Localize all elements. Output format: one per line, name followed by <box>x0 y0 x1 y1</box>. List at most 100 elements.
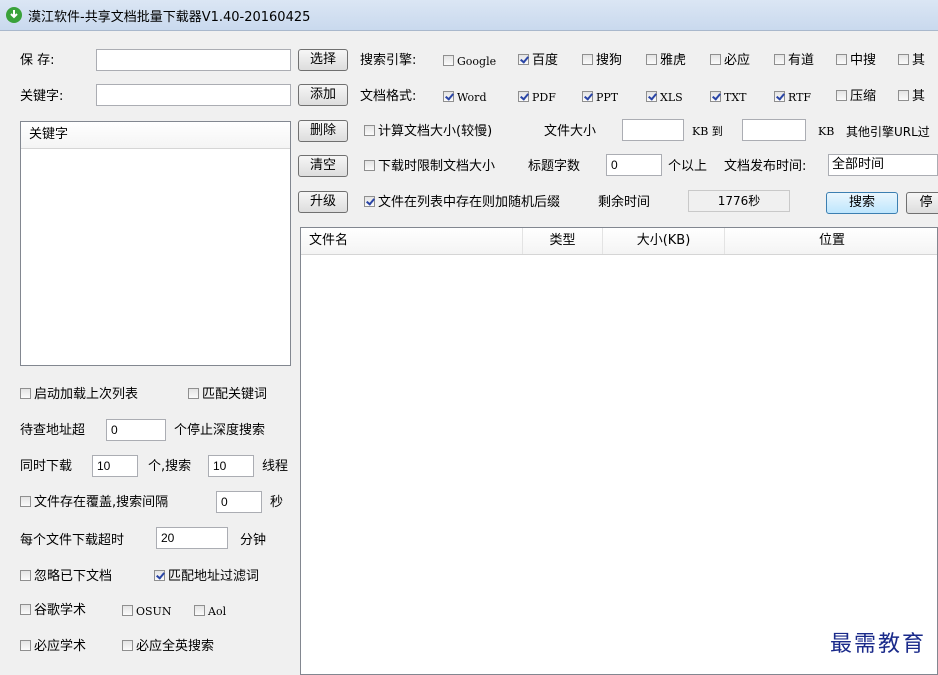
format-rtf-checkbox[interactable]: RTF <box>774 90 811 106</box>
format-txt-checkbox[interactable]: TXT <box>710 90 747 106</box>
engine-sogou-checkbox[interactable]: 搜狗 <box>582 53 622 69</box>
keyword-label: 关键字: <box>20 89 64 104</box>
checkbox-box[interactable] <box>646 54 657 65</box>
checkbox-box[interactable] <box>443 91 454 102</box>
doc-format-label: 文档格式: <box>360 89 417 104</box>
checkbox-box[interactable] <box>443 55 454 66</box>
column-size[interactable]: 大小(KB) <box>603 228 725 254</box>
size-min-input[interactable] <box>622 119 684 141</box>
select-button[interactable]: 选择 <box>298 49 348 71</box>
checkbox-box[interactable] <box>518 54 529 65</box>
column-type[interactable]: 类型 <box>523 228 603 254</box>
engine-baidu-checkbox[interactable]: 百度 <box>518 53 558 69</box>
checkbox-box[interactable] <box>836 90 847 101</box>
checkbox-box[interactable] <box>154 570 165 581</box>
keyword-list-header[interactable]: 关键字 <box>21 122 290 149</box>
publish-time-select[interactable]: 全部时间 <box>828 154 938 176</box>
keyword-input[interactable] <box>96 84 291 106</box>
pending-urls-label: 待查地址超 <box>20 423 86 438</box>
clear-button[interactable]: 清空 <box>298 155 348 177</box>
checkbox-box[interactable] <box>710 54 721 65</box>
remaining-time-value: 1776秒 <box>688 190 790 212</box>
ignore-downloaded-checkbox[interactable]: 忽略已下文档 <box>20 569 112 585</box>
title-chars-input[interactable] <box>606 154 662 176</box>
watermark-text: 最需教育 <box>829 632 926 657</box>
engine-bing-checkbox[interactable]: 必应 <box>710 53 750 69</box>
checkbox-box[interactable] <box>20 496 31 507</box>
checkbox-box[interactable] <box>518 91 529 102</box>
stop-button[interactable]: 停 <box>906 192 938 214</box>
download-timeout-label: 每个文件下载超时 <box>20 533 125 548</box>
load-last-list-checkbox[interactable]: 启动加载上次列表 <box>20 387 138 403</box>
checkbox-box[interactable] <box>20 388 31 399</box>
checkbox-box[interactable] <box>364 125 375 136</box>
search-threads-label: 个,搜索 <box>148 459 192 474</box>
osun-checkbox[interactable]: OSUN <box>122 604 171 620</box>
search-button[interactable]: 搜索 <box>826 192 898 214</box>
app-download-icon <box>6 7 22 23</box>
engine-google-checkbox[interactable]: Google <box>443 54 496 70</box>
checkbox-box[interactable] <box>122 605 133 616</box>
results-list[interactable]: 文件名 类型 大小(KB) 位置 <box>300 227 938 675</box>
other-engine-url-label: 其他引擎URL过 <box>846 125 930 139</box>
format-word-checkbox[interactable]: Word <box>443 90 486 106</box>
aol-checkbox[interactable]: Aol <box>194 604 226 620</box>
checkbox-box[interactable] <box>836 54 847 65</box>
limit-size-checkbox[interactable]: 下载时限制文档大小 <box>364 159 495 175</box>
engine-zhongsou-checkbox[interactable]: 中搜 <box>836 53 876 69</box>
checkbox-box[interactable] <box>582 91 593 102</box>
column-filename[interactable]: 文件名 <box>301 228 523 254</box>
engine-yahoo-checkbox[interactable]: 雅虎 <box>646 53 686 69</box>
checkbox-box[interactable] <box>898 54 909 65</box>
delete-button[interactable]: 删除 <box>298 120 348 142</box>
format-xls-checkbox[interactable]: XLS <box>646 90 683 106</box>
size-max-input[interactable] <box>742 119 806 141</box>
checkbox-box[interactable] <box>646 91 657 102</box>
engine-other-checkbox[interactable]: 其 <box>898 53 925 69</box>
checkbox-box[interactable] <box>122 640 133 651</box>
pending-urls-input[interactable] <box>106 419 166 441</box>
format-pdf-checkbox[interactable]: PDF <box>518 90 556 106</box>
match-keyword-checkbox[interactable]: 匹配关键词 <box>188 387 267 403</box>
checkbox-box[interactable] <box>582 54 593 65</box>
remaining-time-label: 剩余时间 <box>598 195 651 210</box>
keyword-list[interactable]: 关键字 <box>20 121 291 366</box>
calc-size-checkbox[interactable]: 计算文档大小(较慢) <box>364 124 492 140</box>
format-other-checkbox[interactable]: 其 <box>898 89 925 105</box>
checkbox-box[interactable] <box>710 91 721 102</box>
checkbox-box[interactable] <box>20 570 31 581</box>
checkbox-box[interactable] <box>20 604 31 615</box>
concurrent-download-input[interactable] <box>92 455 138 477</box>
upgrade-button[interactable]: 升级 <box>298 191 348 213</box>
format-archive-checkbox[interactable]: 压缩 <box>836 89 876 105</box>
concurrent-download-label: 同时下载 <box>20 459 73 474</box>
save-path-input[interactable] <box>96 49 291 71</box>
checkbox-box[interactable] <box>898 90 909 101</box>
random-suffix-checkbox[interactable]: 文件在列表中存在则加随机后缀 <box>364 195 560 211</box>
download-timeout-input[interactable] <box>156 527 228 549</box>
threads-unit: 线程 <box>262 459 289 474</box>
pending-urls-suffix: 个停止深度搜索 <box>174 423 266 438</box>
checkbox-box[interactable] <box>774 54 785 65</box>
engine-youdao-checkbox[interactable]: 有道 <box>774 53 814 69</box>
bing-all-english-checkbox[interactable]: 必应全英搜索 <box>122 639 214 655</box>
main-client-area: 保 存: 关键字: 关键字 启动加载上次列表 匹配关键词 待查地址超 个停止深度… <box>8 31 938 675</box>
window-title: 漠江软件-共享文档批量下载器V1.40-20160425 <box>28 10 311 25</box>
checkbox-box[interactable] <box>774 91 785 102</box>
checkbox-box[interactable] <box>188 388 199 399</box>
match-url-filter-checkbox[interactable]: 匹配地址过滤词 <box>154 569 259 585</box>
checkbox-box[interactable] <box>364 160 375 171</box>
checkbox-box[interactable] <box>20 640 31 651</box>
file-size-label: 文件大小 <box>544 124 597 139</box>
checkbox-box[interactable] <box>364 196 375 207</box>
column-location[interactable]: 位置 <box>725 228 938 254</box>
search-threads-input[interactable] <box>208 455 254 477</box>
add-button[interactable]: 添加 <box>298 84 348 106</box>
bing-scholar-checkbox[interactable]: 必应学术 <box>20 639 86 655</box>
results-header: 文件名 类型 大小(KB) 位置 <box>301 228 937 255</box>
checkbox-box[interactable] <box>194 605 205 616</box>
google-scholar-checkbox[interactable]: 谷歌学术 <box>20 603 86 619</box>
format-ppt-checkbox[interactable]: PPT <box>582 90 618 106</box>
search-interval-input[interactable] <box>216 491 262 513</box>
overwrite-existing-checkbox[interactable]: 文件存在覆盖,搜索间隔 <box>20 495 168 511</box>
